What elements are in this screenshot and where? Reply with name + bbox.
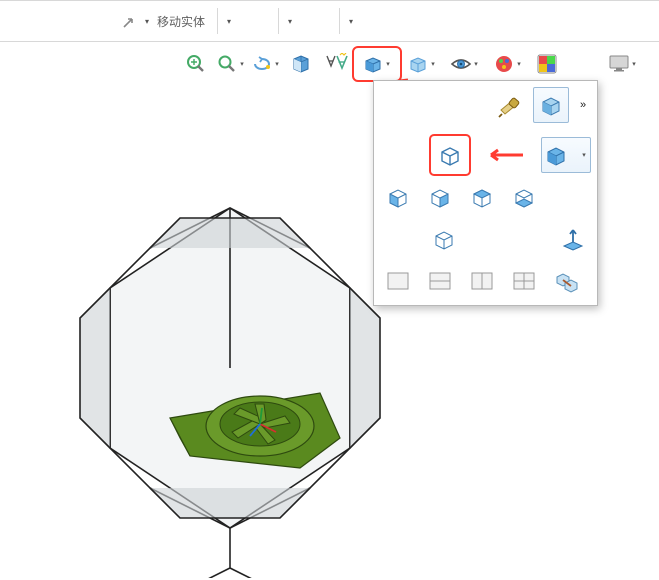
popout-icon (118, 9, 142, 33)
app-toolbar: ▾ 移动实体 ▾ ▾ ▾ (0, 1, 659, 42)
appearance-icon (493, 53, 515, 75)
more-views-button[interactable]: » (575, 99, 591, 111)
view-toolbar: ▾ ▾ ▾ ▾ ▾ ▾ (180, 48, 643, 80)
top-view-button[interactable] (426, 221, 462, 257)
rotate-view-button[interactable]: ▾ (250, 49, 282, 79)
shaded-cube-icon (544, 143, 568, 167)
model-view (50, 148, 410, 578)
telescope-icon (496, 92, 522, 118)
graphics-viewport[interactable]: ▾ ▾ ▾ ▾ ▾ ▾ (0, 48, 659, 580)
chevron-down-icon: ▾ (472, 51, 480, 77)
single-viewport-button[interactable] (380, 263, 416, 299)
two-viewport-v-button[interactable] (464, 263, 500, 299)
dynamic-annotation-icon (324, 53, 348, 75)
separator (278, 8, 279, 34)
blank-dropdown-2[interactable]: ▾ (285, 17, 295, 26)
chevron-down-icon: ▾ (580, 151, 588, 159)
view-orientation-button[interactable]: ▾ (355, 49, 399, 79)
section-view-button[interactable] (285, 49, 317, 79)
separator (339, 8, 340, 34)
color-scheme-button[interactable] (531, 49, 563, 79)
dynamic-annotation-button[interactable] (320, 49, 352, 79)
iso-cube-icon (538, 92, 564, 118)
hide-show-button[interactable]: ▾ (445, 49, 485, 79)
isometric-view-button[interactable] (533, 87, 569, 123)
section-view-icon (290, 53, 312, 75)
zoom-area-icon (217, 54, 237, 74)
separator (217, 8, 218, 34)
zoom-fit-icon (185, 53, 207, 75)
shaded-cube-dropdown[interactable]: ▾ (541, 137, 591, 173)
view-orientation-icon (362, 53, 384, 75)
zoom-area-button[interactable]: ▾ (215, 49, 247, 79)
linked-viewport-icon (553, 269, 579, 293)
display-style-icon (408, 54, 428, 74)
wireframe-cube-button[interactable] (432, 137, 468, 173)
right-view-button[interactable] (506, 179, 542, 215)
chevron-down-icon: ▾ (384, 51, 392, 77)
telescope-view-button[interactable] (491, 87, 527, 123)
view-orientation-flyout: » ▾ (373, 80, 598, 306)
wireframe-cube-icon (437, 142, 463, 168)
chevron-down-icon: ▾ (273, 51, 281, 77)
two-viewport-h-button[interactable] (422, 263, 458, 299)
annotation-arrow-2 (485, 146, 525, 164)
dropdown-arrow-icon: ▾ (142, 17, 152, 26)
monitor-button[interactable]: ▾ (603, 49, 643, 79)
zoom-fit-button[interactable] (180, 49, 212, 79)
chevron-down-icon: ▾ (238, 51, 246, 77)
move-solid-label: 移动实体 (157, 13, 205, 30)
rotate-view-icon (251, 54, 273, 74)
back-view-button[interactable] (422, 179, 458, 215)
monitor-icon (608, 54, 630, 74)
chevron-down-icon: ▾ (515, 51, 523, 77)
eye-icon (450, 55, 472, 73)
blank-dropdown-3[interactable]: ▾ (346, 17, 356, 26)
appearance-button[interactable]: ▾ (488, 49, 528, 79)
display-style-button[interactable]: ▾ (402, 49, 442, 79)
blank-dropdown-1[interactable]: ▾ (224, 17, 234, 26)
chevron-down-icon: ▾ (429, 51, 437, 77)
linked-viewport-button[interactable] (548, 263, 584, 299)
front-view-button[interactable] (380, 179, 416, 215)
normal-to-icon (560, 226, 586, 252)
four-viewport-button[interactable] (506, 263, 542, 299)
normal-to-button[interactable] (555, 221, 591, 257)
chevron-down-icon: ▾ (630, 51, 638, 77)
color-scheme-icon (536, 53, 558, 75)
popout-tool[interactable]: ▾ (118, 9, 152, 33)
left-view-button[interactable] (464, 179, 500, 215)
